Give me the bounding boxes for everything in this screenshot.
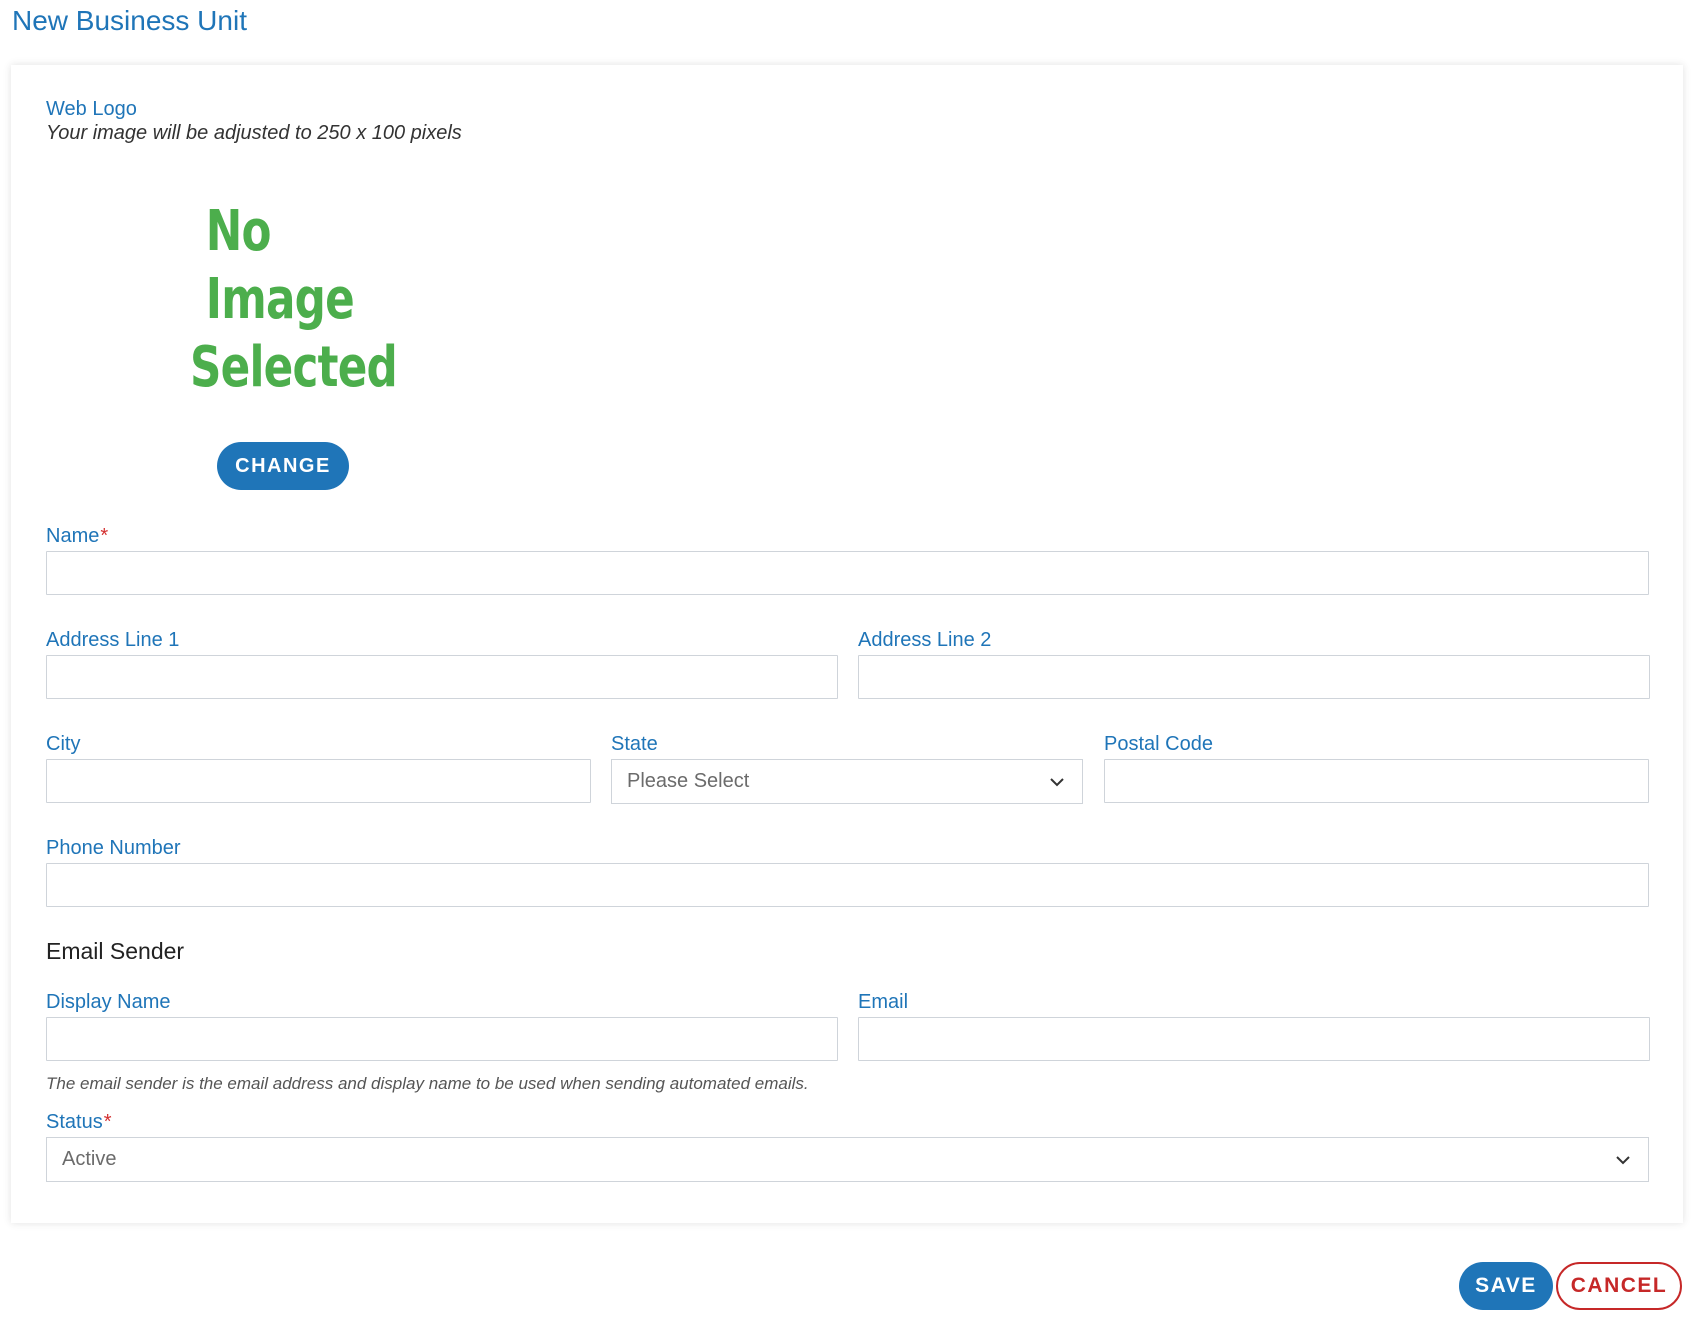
name-input[interactable] <box>46 551 1649 595</box>
address-line-1-label: Address Line 1 <box>46 629 180 651</box>
required-asterisk: * <box>103 1111 112 1133</box>
email-sender-hint: The email sender is the email address an… <box>46 1074 809 1093</box>
chevron-down-icon <box>1616 1156 1630 1165</box>
display-name-input[interactable] <box>46 1017 838 1061</box>
web-logo-label: Web Logo <box>46 98 137 120</box>
chevron-down-icon <box>1050 778 1064 787</box>
name-label-text: Name <box>46 525 100 547</box>
phone-number-label: Phone Number <box>46 837 181 859</box>
email-sender-heading: Email Sender <box>46 938 185 964</box>
state-select-value: Please Select <box>627 770 750 792</box>
required-asterisk: * <box>100 525 109 547</box>
postal-code-input[interactable] <box>1104 759 1649 803</box>
state-label: State <box>611 733 658 755</box>
address-line-1-input[interactable] <box>46 655 838 699</box>
change-logo-button[interactable]: CHANGE <box>217 442 349 490</box>
business-unit-form-card: Web Logo Your image will be adjusted to … <box>11 65 1683 1223</box>
display-name-label: Display Name <box>46 991 171 1013</box>
phone-number-input[interactable] <box>46 863 1649 907</box>
postal-code-label: Postal Code <box>1104 733 1213 755</box>
city-input[interactable] <box>46 759 591 803</box>
save-button[interactable]: SAVE <box>1459 1262 1553 1310</box>
status-label: Status* <box>46 1110 112 1134</box>
web-logo-hint: Your image will be adjusted to 250 x 100… <box>46 122 462 144</box>
no-image-line-2: Selected <box>189 335 398 400</box>
name-label: Name* <box>46 524 108 548</box>
page-title: New Business Unit <box>12 5 247 36</box>
address-line-2-label: Address Line 2 <box>858 629 992 651</box>
city-label: City <box>46 733 81 755</box>
status-label-text: Status <box>46 1111 103 1133</box>
state-select[interactable]: Please Select <box>611 759 1083 804</box>
email-label: Email <box>858 991 909 1013</box>
status-select-value: Active <box>62 1148 117 1170</box>
address-line-2-input[interactable] <box>858 655 1650 699</box>
cancel-button[interactable]: CANCEL <box>1556 1262 1682 1310</box>
no-image-placeholder: No Image Selected <box>190 199 398 400</box>
no-image-line-1: No Image <box>205 199 355 332</box>
status-select[interactable]: Active <box>46 1137 1649 1182</box>
email-input[interactable] <box>858 1017 1650 1061</box>
